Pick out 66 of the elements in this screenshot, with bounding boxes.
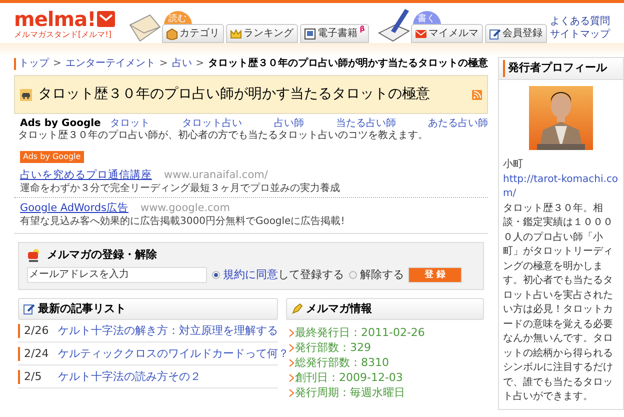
nav-tab[interactable]: 会員登録 <box>484 24 547 43</box>
ad-text: 有望な見込み客へ効果的に広告掲載3000円分無料でGoogleに広告掲載! <box>20 215 346 228</box>
rss-icon[interactable] <box>472 90 482 100</box>
nav-tab[interactable]: カテゴリ <box>162 24 224 43</box>
author-bio: タロット歴３０年。相談・鑑定実績は１００００人のプロ占い師「小町」がタロットリーディングの極意を明かします。初心者でも当たるタロット占いを実占されたい方は必見！タロットカードの意味を覚える必要なんか無いんです。タロットの絵柄から得られるシンボルに注目するだけで、誰でも当たるタロット占いができます。 <box>503 202 614 404</box>
radio-button[interactable] <box>349 270 357 279</box>
car-icon <box>20 88 32 100</box>
pencil-icon <box>23 303 35 315</box>
author-link[interactable]: http://tarot-komachi.com/ <box>503 172 619 202</box>
info-item: 発行周期：毎週水曜日 <box>295 385 405 400</box>
article-date: 2/24 <box>18 347 58 361</box>
logo[interactable]: melma! <box>14 8 96 30</box>
info-item: 総発行部数：8310 <box>295 355 389 370</box>
article-date: 2/26 <box>18 324 58 338</box>
nav-tab[interactable]: マイメルマ <box>410 24 483 43</box>
article-link[interactable]: ケルティッククロスのワイルドカードって何？ <box>58 347 289 361</box>
book-icon <box>304 28 316 40</box>
panel-title: メルマガ情報 <box>306 300 372 317</box>
ad-text: 運命をわずか３分で完全リーディング最短３ヶ月でプロ並みの実力養成 <box>20 182 341 195</box>
breadcrumb-link[interactable]: トップ <box>19 58 49 70</box>
ad-link[interactable]: タロット <box>110 118 150 130</box>
pencil-icon <box>488 28 501 40</box>
envelope-icon <box>128 13 162 43</box>
ad-url: www.google.com <box>140 201 230 215</box>
header-link[interactable]: よくある質問 <box>550 15 610 28</box>
terms-link[interactable]: 規約に同意 <box>223 266 278 283</box>
ad-title-link[interactable]: 占いを究めるプロ通信講座 <box>20 168 152 182</box>
ad-title-link[interactable]: Google AdWords広告 <box>20 201 128 215</box>
article-date: 2/5 <box>18 370 58 384</box>
breadcrumb-current: タロット歴３０年のプロ占い師が明かす当たるタロットの極意 <box>208 58 488 70</box>
breadcrumb-separator: > <box>159 58 168 70</box>
ad-link[interactable]: あたる占い師 <box>428 118 488 130</box>
page-title: タロット歴３０年のプロ占い師が明かす当たるタロットの極意 <box>38 85 430 104</box>
radio-button[interactable] <box>212 270 220 279</box>
breadcrumb-link[interactable]: エンターテイメント <box>65 58 156 70</box>
ad-link[interactable]: 占い師 <box>274 118 304 130</box>
email-field[interactable]: メールアドレスを入力 <box>27 266 207 283</box>
panel-title: 最新の記事リスト <box>38 300 126 317</box>
info-item: 創刊日：2009-12-03 <box>295 370 403 385</box>
radio-label: して登録する <box>278 266 344 282</box>
breadcrumb-separator: > <box>53 58 62 70</box>
header-link[interactable]: サイトマップ <box>550 28 610 41</box>
ads-badge: Ads by Google <box>20 151 84 163</box>
mascot-icon <box>27 248 41 262</box>
radio-label: 解除する <box>360 266 404 282</box>
ad-link[interactable]: タロット占い <box>182 118 242 130</box>
author-name: 小町 <box>503 158 524 172</box>
envelope-icon <box>414 28 427 40</box>
envelope-icon <box>96 10 116 28</box>
ads-label: Ads by Google <box>20 118 102 130</box>
article-link[interactable]: ケルト十字法の読み方その２ <box>58 370 201 384</box>
article-link[interactable]: ケルト十字法の解き方：対立原理を理解する <box>58 324 278 338</box>
ad-url: www.uranaifal.com/ <box>164 168 268 182</box>
info-item: 発行部数：329 <box>295 340 371 355</box>
info-item: 最終発行日：2011-02-26 <box>295 325 425 340</box>
subscribe-title: メルマガの登録・解除 <box>47 247 157 263</box>
pencil-icon <box>291 303 303 315</box>
nav-tab[interactable]: ランキング <box>226 24 298 43</box>
breadcrumb-link[interactable]: 占い <box>172 58 192 70</box>
breadcrumb-separator: > <box>196 58 204 70</box>
description: タロット歴３０年のプロ占い師が、初心者の方でも当たるタロット占いのコツを教えます。 <box>17 130 429 142</box>
logo-subtitle: メルマガスタンド[メルマ!] <box>14 30 112 40</box>
crown-icon <box>230 28 242 40</box>
ad-link[interactable]: 当たる占い師 <box>336 118 396 130</box>
profile-title: 発行者プロフィール <box>503 60 607 77</box>
pen-icon <box>376 7 411 43</box>
